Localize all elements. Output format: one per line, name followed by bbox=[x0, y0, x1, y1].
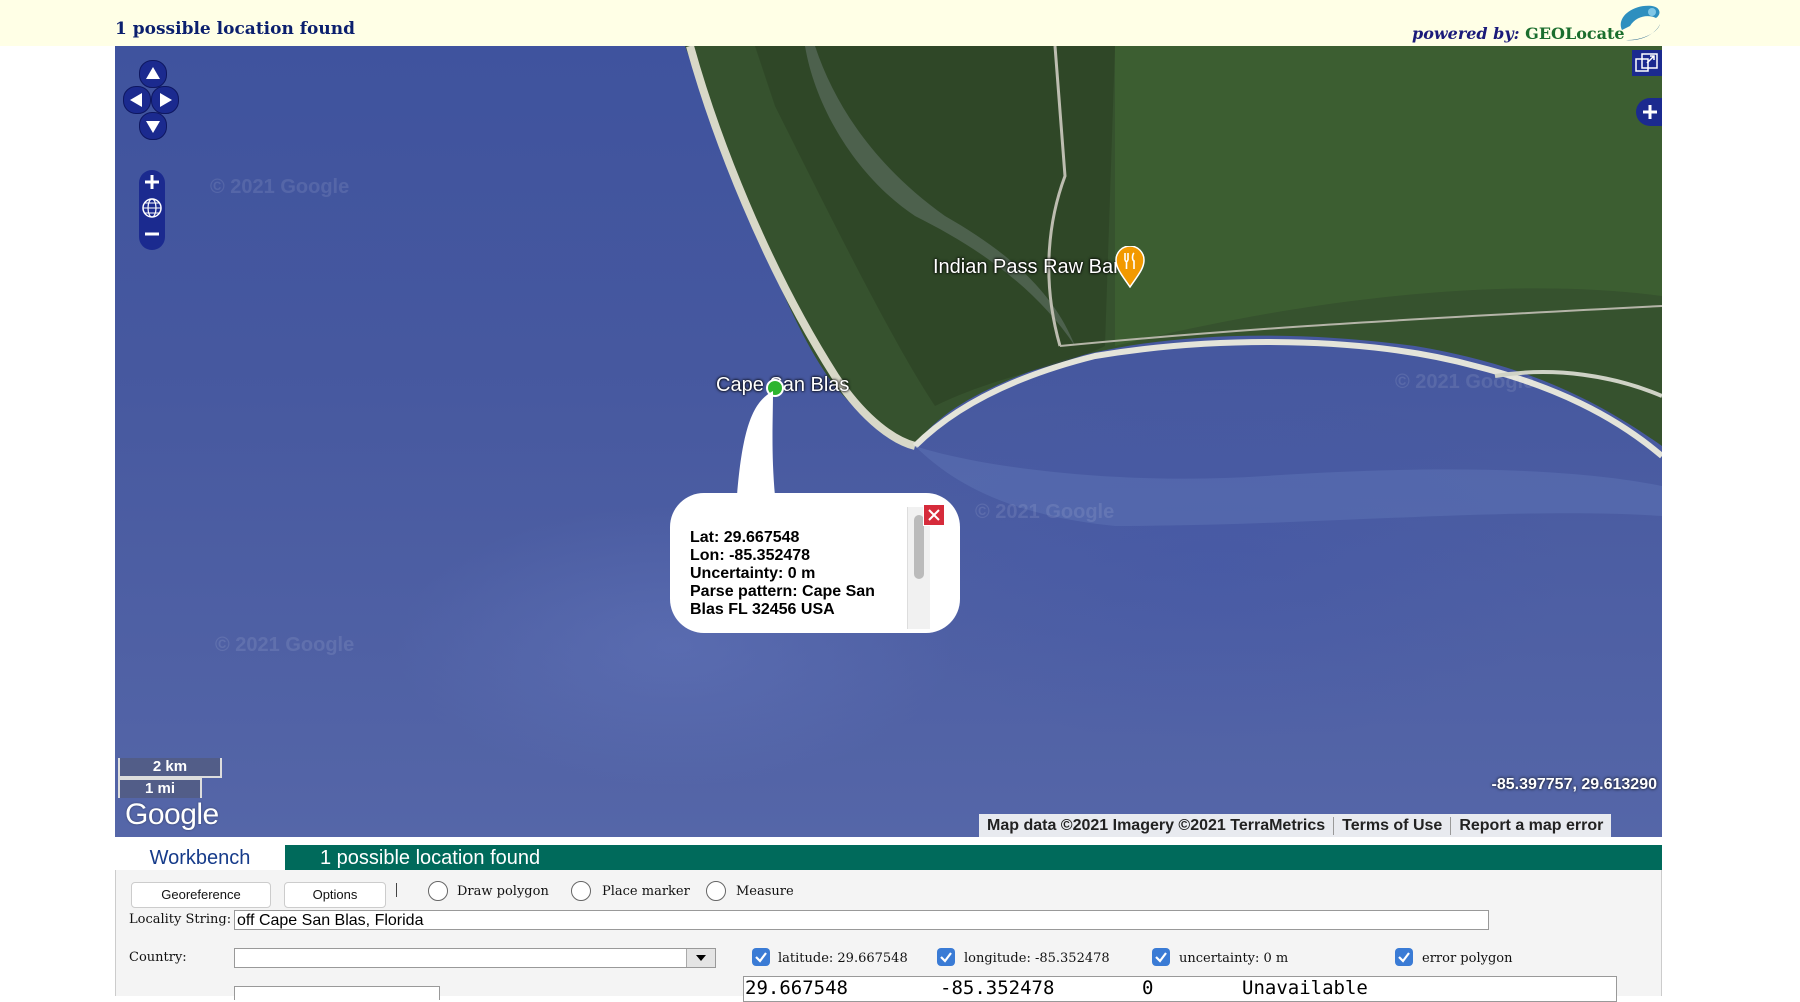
popup-tail bbox=[737, 391, 775, 496]
map-watermark: © 2021 Google bbox=[1395, 371, 1535, 393]
map-data-attribution: Map data ©2021 Imagery ©2021 TerraMetric… bbox=[987, 816, 1326, 834]
terms-of-use-link[interactable]: Terms of Use bbox=[1333, 816, 1450, 835]
locality-string-input[interactable]: off Cape San Blas, Florida bbox=[234, 910, 1489, 930]
result-table[interactable]: 29.667548 -85.352478 0 Unavailable bbox=[743, 976, 1617, 1002]
powered-by-label: powered by: bbox=[1412, 24, 1520, 43]
options-button[interactable]: Options bbox=[284, 882, 386, 908]
tab-results[interactable]: 1 possible location found bbox=[320, 845, 540, 870]
tab-workbench[interactable]: Workbench bbox=[115, 845, 285, 870]
header-bar: 1 possible location found powered by: GE… bbox=[0, 0, 1800, 46]
zoom-in-icon[interactable] bbox=[145, 175, 159, 189]
google-logo: Google bbox=[125, 798, 219, 831]
map-watermark: © 2021 Google bbox=[975, 501, 1115, 523]
chevron-down-icon[interactable] bbox=[686, 949, 715, 967]
layers-plus-icon[interactable] bbox=[1636, 98, 1662, 126]
popup-parse-pattern-cont: Blas FL 32456 USA bbox=[690, 601, 835, 618]
place-marker-radio[interactable] bbox=[571, 881, 591, 901]
map-watermark: © 2021 Google bbox=[215, 634, 355, 656]
map-attribution: Map data ©2021 Imagery ©2021 TerraMetric… bbox=[979, 814, 1612, 837]
globe-icon[interactable] bbox=[142, 198, 162, 218]
fullscreen-icon[interactable] bbox=[1632, 50, 1662, 76]
place-marker-label: Place marker bbox=[602, 884, 690, 899]
state-input[interactable] bbox=[234, 986, 440, 1000]
location-popup: Lat: 29.667548 Lon: -85.352478 Uncertain… bbox=[670, 493, 960, 633]
scale-mi: 1 mi bbox=[118, 778, 202, 798]
uncertainty-check-label: uncertainty: 0 m bbox=[1179, 951, 1289, 966]
workbench-panel: Georeference Options Draw polygon Place … bbox=[115, 870, 1662, 1002]
measure-label: Measure bbox=[736, 884, 794, 899]
location-count-status: 1 possible location found bbox=[115, 19, 356, 39]
draw-polygon-label: Draw polygon bbox=[457, 884, 549, 899]
draw-polygon-radio[interactable] bbox=[428, 881, 448, 901]
cursor-coordinates: -85.397757, 29.613290 bbox=[1491, 776, 1657, 793]
popup-lat: Lat: 29.667548 bbox=[690, 529, 800, 546]
uncertainty-checkbox[interactable] bbox=[1152, 948, 1170, 966]
georeference-button[interactable]: Georeference bbox=[131, 882, 271, 908]
locality-string-label: Locality String: bbox=[129, 912, 232, 927]
geolocate-logo-icon bbox=[1620, 5, 1660, 41]
map-view[interactable]: © 2021 Google © 2021 Google © 2021 Googl… bbox=[115, 46, 1662, 837]
report-map-error-link[interactable]: Report a map error bbox=[1450, 816, 1611, 835]
error-polygon-checkbox[interactable] bbox=[1395, 948, 1413, 966]
panel-tabs: Workbench 1 possible location found bbox=[115, 845, 1662, 870]
error-polygon-check-label: error polygon bbox=[1422, 951, 1513, 966]
pan-up-icon[interactable] bbox=[139, 60, 167, 88]
latitude-check-label: latitude: 29.667548 bbox=[778, 951, 908, 966]
latitude-checkbox[interactable] bbox=[752, 948, 770, 966]
longitude-check-label: longitude: -85.352478 bbox=[964, 951, 1110, 966]
restaurant-pin-icon[interactable] bbox=[1115, 246, 1145, 288]
pan-down-icon[interactable] bbox=[139, 112, 167, 140]
popup-lon: Lon: -85.352478 bbox=[690, 547, 811, 564]
pan-right-icon[interactable] bbox=[151, 86, 179, 114]
country-label: Country: bbox=[129, 950, 187, 965]
powered-by: powered by: GEOLocate bbox=[1412, 24, 1625, 43]
popup-uncertainty: Uncertainty: 0 m bbox=[690, 565, 816, 582]
poi-label[interactable]: Indian Pass Raw Bar bbox=[933, 256, 1120, 279]
pan-zoom-control bbox=[123, 60, 179, 260]
scale-km: 2 km bbox=[118, 758, 222, 778]
popup-parse-pattern: Parse pattern: Cape San bbox=[690, 583, 875, 600]
popup-content: Lat: 29.667548 Lon: -85.352478 Uncertain… bbox=[690, 529, 890, 619]
map-scale: 2 km 1 mi bbox=[118, 758, 228, 798]
close-icon[interactable] bbox=[923, 504, 945, 526]
zoom-bar bbox=[139, 170, 165, 250]
country-select[interactable] bbox=[234, 948, 716, 968]
map-watermark: © 2021 Google bbox=[210, 176, 350, 198]
toolbar-separator bbox=[396, 883, 397, 897]
satellite-terrain bbox=[685, 46, 1662, 526]
longitude-checkbox[interactable] bbox=[937, 948, 955, 966]
pan-left-icon[interactable] bbox=[123, 86, 151, 114]
measure-radio[interactable] bbox=[706, 881, 726, 901]
